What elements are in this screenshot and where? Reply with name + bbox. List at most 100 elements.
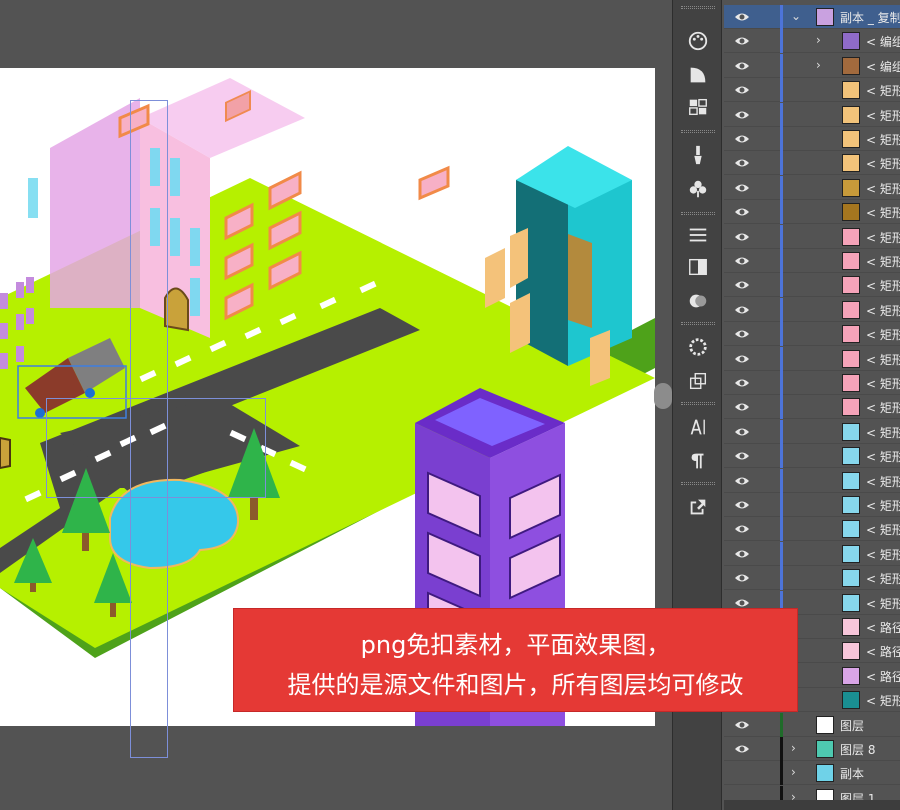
layer-row[interactable]: < 矩形 (724, 200, 900, 225)
visibility-eye-icon[interactable] (734, 400, 750, 414)
visibility-eye-icon[interactable] (734, 303, 750, 317)
visibility-eye-icon[interactable] (734, 156, 750, 170)
toolbar-grip-2[interactable] (681, 130, 715, 133)
layer-name: 图层 (840, 718, 865, 733)
layer-row[interactable]: < 矩形 (724, 566, 900, 591)
visibility-eye-icon[interactable] (734, 132, 750, 146)
toolbar-grip-6[interactable] (681, 482, 715, 485)
visibility-eye-icon[interactable] (734, 742, 750, 756)
layer-color-bar (780, 737, 783, 761)
layer-color-bar (780, 127, 783, 151)
layers-bottom-scrollbar[interactable] (724, 800, 900, 810)
layer-row[interactable]: 图层 (724, 712, 900, 737)
visibility-eye-icon[interactable] (734, 352, 750, 366)
layer-thumbnail (842, 618, 860, 636)
chevron-right-icon[interactable]: › (816, 58, 830, 72)
layer-row[interactable]: < 矩形 (724, 322, 900, 347)
layer-color-bar (780, 297, 783, 322)
chevron-right-icon[interactable]: › (791, 741, 805, 755)
layer-color-bar (780, 175, 783, 200)
layer-row[interactable]: < 矩形 (724, 346, 900, 371)
layer-color-bar (780, 761, 783, 786)
visibility-eye-icon[interactable] (734, 376, 750, 390)
character-icon[interactable] (681, 414, 715, 440)
layer-row[interactable]: < 矩形 (724, 273, 900, 298)
brush-icon[interactable] (681, 142, 715, 168)
toolbar-grip-3[interactable] (681, 212, 715, 215)
layer-row[interactable]: < 矩形 (724, 224, 900, 249)
layer-thumbnail (842, 666, 860, 685)
align-icon[interactable] (681, 222, 715, 248)
layer-thumbnail (842, 252, 860, 270)
visibility-eye-icon[interactable] (734, 327, 750, 341)
layer-row[interactable]: < 矩形 (724, 493, 900, 517)
visibility-eye-icon[interactable] (734, 181, 750, 195)
layer-row[interactable]: < 矩形 (724, 127, 900, 151)
layer-row[interactable]: < 矩形 (724, 371, 900, 395)
color-guide-icon[interactable] (681, 334, 715, 360)
layer-row[interactable]: < 矩形 (724, 541, 900, 566)
layer-name: < 矩形 (866, 328, 900, 343)
club-icon[interactable] (681, 176, 715, 202)
layer-row[interactable]: < 矩形 (724, 151, 900, 176)
visibility-eye-icon[interactable] (734, 718, 750, 732)
layer-name: < 矩形 (866, 181, 900, 196)
layer-color-bar (780, 419, 783, 444)
swatches-icon[interactable] (681, 94, 715, 120)
layer-name: < 矩形 (866, 377, 900, 391)
visibility-eye-icon[interactable] (734, 59, 750, 73)
chevron-right-icon[interactable]: › (791, 765, 805, 779)
layer-row[interactable]: < 矩形 (724, 102, 900, 127)
visibility-eye-icon[interactable] (734, 83, 750, 97)
transform-icon[interactable] (681, 368, 715, 394)
layer-row[interactable]: < 矩形 (724, 517, 900, 542)
chevron-down-icon[interactable]: ⌄ (791, 9, 805, 23)
canvas-scrollbar[interactable] (654, 383, 672, 409)
layer-row[interactable]: < 矩形 (724, 468, 900, 493)
layer-color-bar (780, 346, 783, 371)
layer-thumbnail (842, 520, 860, 539)
visibility-eye-icon[interactable] (734, 230, 750, 244)
toolbar-grip[interactable] (681, 6, 715, 9)
layer-row[interactable]: < 矩形 (724, 175, 900, 200)
transparency-icon[interactable] (681, 254, 715, 280)
visibility-eye-icon[interactable] (734, 474, 750, 488)
layer-thumbnail (816, 715, 834, 734)
visibility-eye-icon[interactable] (734, 34, 750, 48)
chevron-right-icon[interactable]: › (816, 33, 830, 47)
layer-row[interactable]: < 矩形 (724, 419, 900, 444)
layer-thumbnail (842, 374, 860, 392)
layer-row[interactable]: < 矩形 (724, 78, 900, 103)
layer-name: < 路径 (866, 645, 900, 660)
layer-row[interactable]: < 矩形 (724, 395, 900, 420)
visibility-eye-icon[interactable] (734, 10, 750, 24)
layer-row[interactable]: ⌄ 副本 _ 复制 (724, 5, 900, 29)
layer-row[interactable]: < 矩形 (724, 249, 900, 273)
appearance-icon[interactable] (681, 288, 715, 314)
palette-icon[interactable] (681, 28, 715, 54)
visibility-eye-icon[interactable] (734, 278, 750, 292)
visibility-eye-icon[interactable] (734, 498, 750, 512)
layer-color-bar (780, 444, 783, 469)
visibility-eye-icon[interactable] (734, 254, 750, 268)
layer-row[interactable]: < 矩形 (724, 297, 900, 322)
visibility-eye-icon[interactable] (734, 522, 750, 536)
layer-row[interactable]: › 图层 8 (724, 737, 900, 761)
layer-row[interactable]: < 矩形 (724, 444, 900, 469)
visibility-eye-icon[interactable] (734, 425, 750, 439)
paragraph-icon[interactable] (681, 448, 715, 474)
visibility-eye-icon[interactable] (734, 547, 750, 561)
layer-row[interactable]: › 副本 (724, 761, 900, 786)
gradient-icon[interactable] (681, 62, 715, 88)
visibility-eye-icon[interactable] (734, 108, 750, 122)
layer-row[interactable]: › < 编组 (724, 53, 900, 78)
visibility-eye-icon[interactable] (734, 449, 750, 463)
toolbar-grip-4[interactable] (681, 322, 715, 325)
toolbar-grip-5[interactable] (681, 402, 715, 405)
export-icon[interactable] (681, 494, 715, 520)
layer-row[interactable]: › < 编组 (724, 29, 900, 54)
visibility-eye-icon[interactable] (734, 571, 750, 585)
layer-thumbnail (842, 447, 860, 466)
layer-name: < 矩形 (866, 694, 900, 709)
visibility-eye-icon[interactable] (734, 205, 750, 219)
